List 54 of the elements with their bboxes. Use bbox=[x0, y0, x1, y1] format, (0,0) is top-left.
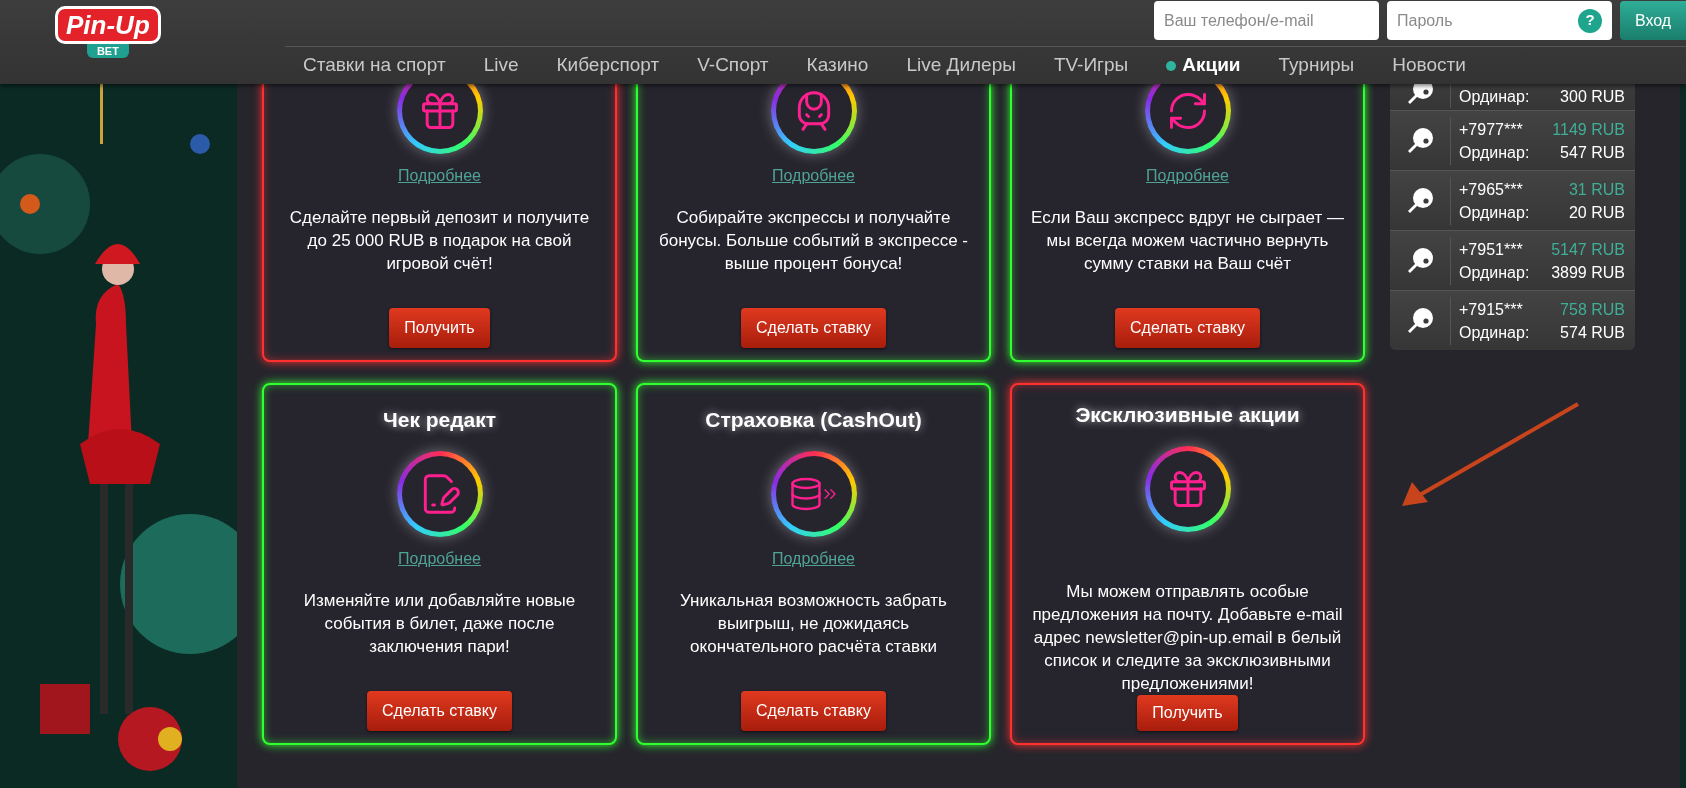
promo-description: Уникальная возможность забрать выигрыш, не дожидаясь окончательного расчёта ставки bbox=[679, 590, 948, 658]
promo-description: Сделайте первый депозит и получите до 25 000 RUB в подарок на свой игровой счёт! bbox=[288, 207, 591, 275]
bet-type: Ординар: bbox=[1459, 87, 1530, 107]
stake-amount: 3899 RUB bbox=[1551, 262, 1625, 283]
promo-title: Эксклюзивные акции bbox=[1075, 401, 1300, 428]
nav-tab[interactable]: Live Дилеры bbox=[906, 51, 1016, 80]
details-link[interactable]: Подробнее bbox=[398, 547, 481, 571]
promo-title: Страховка (CashOut) bbox=[705, 406, 922, 433]
promo-description: Изменяйте или добавляйте новые события в билет, даже после заключения пари! bbox=[302, 590, 577, 658]
bet-type: Ординар: bbox=[1459, 202, 1530, 223]
promo-description: Собирайте экспрессы и получайте бонусы. Больше событий в экспрессе - выше процент бонуса! bbox=[658, 207, 969, 275]
promo-action-button[interactable]: Сделать ставку bbox=[741, 308, 886, 348]
details-link[interactable]: Подробнее bbox=[772, 547, 855, 571]
stake-amount: 20 RUB bbox=[1568, 202, 1625, 223]
nav-tab[interactable]: Акции bbox=[1166, 51, 1241, 80]
promo-action-button[interactable]: Сделать ставку bbox=[741, 691, 886, 731]
promo-action-button[interactable]: Получить bbox=[389, 308, 490, 348]
details-link[interactable]: Подробнее bbox=[772, 164, 855, 188]
bet-type: Ординар: bbox=[1459, 142, 1530, 163]
nav-tab[interactable]: TV-Игры bbox=[1053, 51, 1129, 80]
login-button[interactable]: Вход bbox=[1620, 1, 1686, 40]
bet-type: Ординар: bbox=[1459, 322, 1530, 343]
logo-title[interactable]: Pin-Up bbox=[55, 6, 161, 44]
nav-tab[interactable]: Киберспорт bbox=[556, 51, 660, 80]
promo-action-button[interactable]: Сделать ставку bbox=[367, 691, 512, 731]
promo-description: Мы можем отправлять особые предложения на почту. Добавьте e-mail адрес newsletter@pin-up.email в белый список и следите за эксклюзивными предложениями! bbox=[1031, 581, 1344, 695]
user-phone: +7915*** bbox=[1459, 299, 1523, 320]
win-amount: 758 RUB bbox=[1560, 299, 1625, 320]
win-amount: 1149 RUB bbox=[1552, 119, 1625, 140]
user-phone: +7951*** bbox=[1459, 239, 1523, 260]
stake-amount: 547 RUB bbox=[1560, 142, 1625, 163]
user-phone: +7977*** bbox=[1459, 119, 1523, 140]
nav-tab[interactable]: Live bbox=[483, 51, 519, 80]
phone-email-field[interactable]: Ваш телефон/e-mail bbox=[1154, 1, 1379, 40]
promo-action-button[interactable]: Получить bbox=[1137, 695, 1238, 731]
logo-subtitle: BET bbox=[86, 44, 129, 58]
nav-tab[interactable]: V-Спорт bbox=[697, 51, 769, 80]
bet-type: Ординар: bbox=[1459, 262, 1530, 283]
nav-tab[interactable]: Ставки на спорт bbox=[303, 51, 446, 80]
promo-title: Чек редакт bbox=[382, 406, 497, 433]
nav-tab[interactable]: Казино bbox=[806, 51, 869, 80]
stake-amount: 300 RUB bbox=[1560, 87, 1625, 107]
win-amount: 31 RUB bbox=[1568, 179, 1625, 200]
nav-tab[interactable]: Новости bbox=[1392, 51, 1466, 80]
password-field[interactable]: Пароль ? bbox=[1387, 1, 1612, 40]
promo-description: Если Ваш экспресс вдруг не сыграет — мы всегда можем частично вернуть сумму ставки на Ваш счёт bbox=[1030, 207, 1345, 275]
stake-amount: 574 RUB bbox=[1560, 322, 1625, 343]
nav-tab[interactable]: Турниры bbox=[1278, 51, 1355, 80]
user-phone: +7965*** bbox=[1459, 179, 1523, 200]
win-amount: 5147 RUB bbox=[1551, 239, 1625, 260]
help-icon[interactable]: ? bbox=[1578, 8, 1602, 33]
promo-action-button[interactable]: Сделать ставку bbox=[1115, 308, 1260, 348]
details-link[interactable]: Подробнее bbox=[1146, 164, 1229, 188]
details-link[interactable]: Подробнее bbox=[398, 164, 481, 188]
